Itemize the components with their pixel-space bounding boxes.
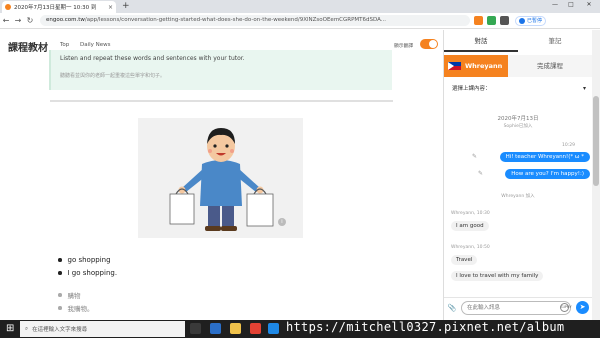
watermark: https://mitchell0327.pixnet.net/album: [286, 320, 565, 334]
send-button[interactable]: ➤: [576, 301, 589, 314]
address-bar-row: ← → ↻ engoo.com.tw/app/lessons/conversat…: [0, 13, 600, 29]
reload-icon[interactable]: ↻: [24, 16, 36, 25]
windows-start-icon[interactable]: ⊞: [6, 324, 14, 334]
app-icon[interactable]: [268, 323, 279, 334]
search-icon: ⌕: [25, 325, 29, 332]
edit-icon[interactable]: ✎: [478, 170, 483, 177]
tab-notes[interactable]: 筆記: [518, 30, 592, 52]
engoo-favicon-icon: [5, 4, 11, 10]
url-field[interactable]: engoo.com.tw/app/lessons/conversation-ge…: [40, 15, 470, 26]
system-message: Whreyann 加入: [501, 194, 535, 199]
tutor-message: I love to travel with my family: [451, 271, 544, 281]
giphy-icon[interactable]: GIPHY: [560, 303, 572, 312]
chat-input[interactable]: [461, 301, 571, 315]
toggle-knob: [429, 40, 437, 48]
tab-chat[interactable]: 對話: [444, 30, 518, 52]
info-icon[interactable]: i: [278, 218, 286, 226]
system-message: Sophie已加入: [503, 124, 533, 129]
chevron-down-icon: ▾: [582, 84, 586, 92]
attach-icon[interactable]: 📎: [447, 303, 457, 313]
avatar: [519, 17, 525, 24]
divider: [50, 100, 393, 102]
tab-title: 2020年7月13日星期一 10:30 到: [14, 5, 97, 11]
panel-tabs: 對話 筆記: [444, 30, 592, 52]
my-message: How are you? I'm happy!:): [505, 169, 590, 179]
back-icon[interactable]: ←: [0, 16, 12, 25]
tutor-message: Travel: [451, 255, 478, 265]
translate-toggle-label: 顯示翻譯: [394, 44, 414, 49]
complete-lesson-button[interactable]: 完成課程: [508, 55, 592, 77]
maximize-button[interactable]: □: [564, 1, 578, 8]
edit-icon[interactable]: ✎: [472, 153, 477, 160]
app-logo[interactable]: 課程教材: [8, 39, 48, 54]
tutor-tab[interactable]: Whreyann: [444, 55, 508, 77]
my-message: Hi! teacher Whreyann!(* ω *: [499, 152, 590, 162]
close-window-button[interactable]: ✕: [582, 1, 596, 8]
chrome-icon[interactable]: [250, 323, 261, 334]
profile-button[interactable]: 已暫停: [515, 15, 547, 26]
minimize-button[interactable]: —: [548, 1, 562, 8]
philippines-flag-icon: [448, 62, 461, 70]
panel-subtabs: Whreyann 完成課程: [444, 55, 592, 77]
tutor-message: I am good: [451, 221, 489, 231]
edge-icon[interactable]: [210, 323, 221, 334]
taskbar-search[interactable]: ⌕ 在這裡輸入文字來搜尋: [20, 321, 185, 337]
task-view-icon[interactable]: [190, 323, 201, 334]
new-tab-button[interactable]: +: [122, 1, 130, 12]
forward-icon[interactable]: →: [12, 16, 24, 25]
vocab-item: I go shopping.: [58, 269, 118, 277]
message-sender-time: Whreyann, 10:30: [451, 211, 490, 216]
scrollbar-thumb[interactable]: [593, 96, 599, 186]
message-sender-time: Whreyann, 10:50: [451, 245, 490, 250]
browser-tab[interactable]: 2020年7月13日星期一 10:30 到 ×: [2, 1, 116, 13]
instruction-en: Listen and repeat these words and senten…: [60, 55, 245, 62]
vocab-zh-item: 我購物。: [58, 303, 94, 313]
instruction-zh: 聽聽看並與你的老師一起重複這些單字和句子。: [60, 73, 166, 79]
vocab-item: go shopping: [58, 256, 111, 264]
lesson-content-select[interactable]: 選擇上課內容： ▾: [452, 82, 586, 94]
nav-daily-news[interactable]: Daily News: [80, 42, 111, 48]
chat-date: 2020年7月13日: [497, 116, 539, 122]
extension-icon[interactable]: [487, 16, 496, 25]
folder-icon[interactable]: [230, 323, 241, 334]
vocab-zh-item: 購物: [58, 290, 81, 300]
extension-icon[interactable]: [474, 16, 483, 25]
extension-icon[interactable]: [500, 16, 509, 25]
tab-close-icon[interactable]: ×: [108, 4, 113, 11]
message-time: 10:29: [562, 143, 575, 148]
nav-top[interactable]: Top: [60, 42, 69, 48]
